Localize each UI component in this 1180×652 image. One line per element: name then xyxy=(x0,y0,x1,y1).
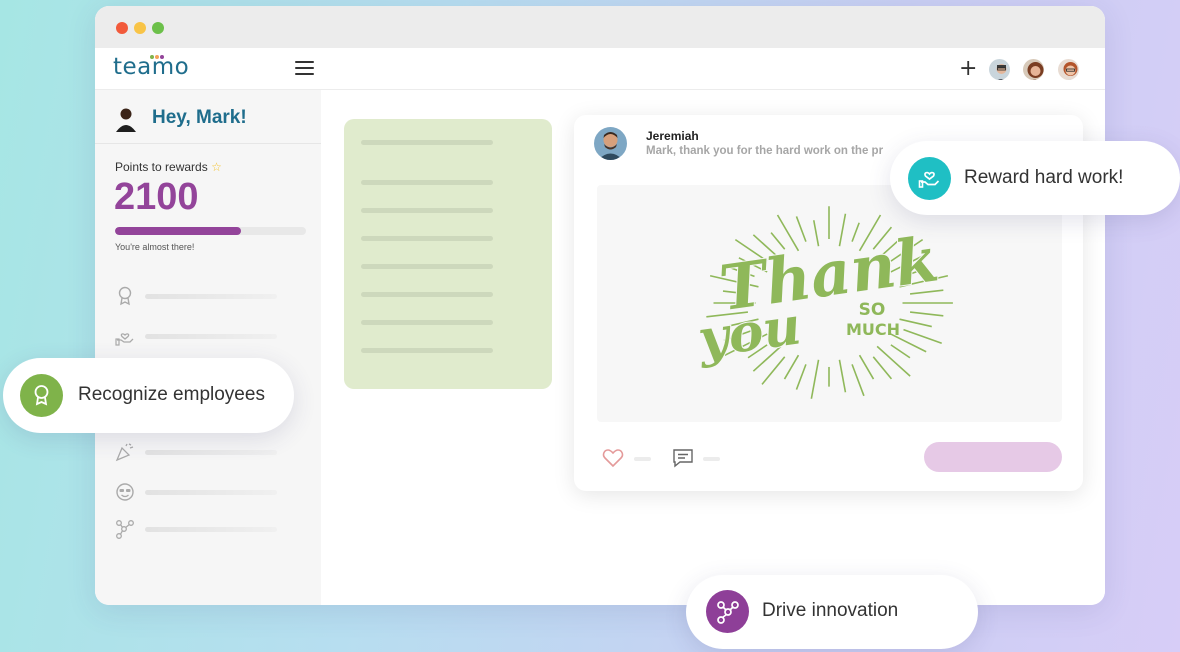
recognize-callout-text: Recognize employees xyxy=(78,384,265,405)
points-label: Points to rewards ☆ xyxy=(115,160,222,174)
placeholder-line xyxy=(361,236,493,241)
sidebar-item-recognition[interactable] xyxy=(115,286,285,308)
add-button[interactable]: + xyxy=(959,56,977,81)
network-nodes-icon xyxy=(717,601,739,624)
hand-heart-icon xyxy=(115,333,134,346)
post-author-avatar[interactable] xyxy=(594,127,627,160)
top-navigation-bar: teamo + xyxy=(95,48,1105,90)
post-author-name[interactable]: Jeremiah xyxy=(646,129,699,143)
post-message-preview: Mark, thank you for the hard work on the… xyxy=(646,145,884,157)
sidebar-item-placeholder xyxy=(145,490,277,495)
innovate-circle xyxy=(706,590,749,633)
sidebar-item-placeholder xyxy=(145,450,277,455)
minimize-window-button[interactable] xyxy=(134,22,146,34)
sidebar-item-placeholder xyxy=(145,294,277,299)
comment-icon[interactable] xyxy=(672,448,694,468)
thank-you-lettering: Thank you SO MUCH xyxy=(692,221,943,371)
placeholder-line xyxy=(361,180,493,185)
innovate-callout: Drive innovation xyxy=(686,575,978,649)
progress-caption: You're almost there! xyxy=(115,242,195,252)
sidebar-item-innovation[interactable] xyxy=(115,519,285,541)
post-action-button[interactable] xyxy=(924,442,1062,472)
hand-heart-icon xyxy=(918,171,940,188)
party-popper-icon xyxy=(115,443,134,462)
sidebar-item-placeholder xyxy=(145,527,277,532)
award-ribbon-icon xyxy=(34,385,49,406)
close-window-button[interactable] xyxy=(116,22,128,34)
avatar[interactable] xyxy=(987,57,1012,82)
recognize-circle xyxy=(20,374,63,417)
reward-circle xyxy=(908,157,951,200)
sidebar-item-culture[interactable] xyxy=(115,482,285,504)
placeholder-line xyxy=(361,208,493,213)
like-count-placeholder xyxy=(634,457,651,461)
star-icon: ☆ xyxy=(211,160,222,174)
innovate-callout-text: Drive innovation xyxy=(762,600,899,621)
placeholder-line xyxy=(361,140,493,145)
sidebar: Hey, Mark! Points to rewards ☆ 2100 You'… xyxy=(95,90,321,605)
user-avatar[interactable] xyxy=(115,106,137,132)
post-actions xyxy=(602,442,1062,476)
thank-you-image: Thank you SO MUCH xyxy=(597,185,1062,422)
points-value: 2100 xyxy=(114,176,199,218)
award-ribbon-icon xyxy=(118,286,132,306)
points-progress-fill xyxy=(115,227,242,235)
feed-filter-card xyxy=(344,119,552,389)
much-text: MUCH xyxy=(846,320,900,339)
menu-hamburger-icon[interactable] xyxy=(295,61,314,76)
points-label-text: Points to rewards xyxy=(115,160,208,174)
reward-callout-text: Reward hard work! xyxy=(964,167,1124,188)
sidebar-item-placeholder xyxy=(145,334,277,339)
avatar[interactable] xyxy=(1021,57,1046,82)
comment-count-placeholder xyxy=(703,457,720,461)
greeting-text: Hey, Mark! xyxy=(152,107,247,128)
network-nodes-icon xyxy=(116,520,134,539)
reward-callout: Reward hard work! xyxy=(890,141,1180,215)
so-text: SO xyxy=(859,300,886,320)
placeholder-line xyxy=(361,292,493,297)
sidebar-item-celebrations[interactable] xyxy=(115,442,285,464)
you-text: you xyxy=(693,295,804,370)
maximize-window-button[interactable] xyxy=(152,22,164,34)
divider xyxy=(95,143,321,144)
recognize-callout: Recognize employees xyxy=(3,358,294,433)
avatar[interactable] xyxy=(1056,57,1081,82)
smiley-sunglasses-icon xyxy=(116,483,134,501)
placeholder-line xyxy=(361,320,493,325)
logo-dots-icon xyxy=(150,55,164,61)
placeholder-line xyxy=(361,264,493,269)
points-progress-bar xyxy=(115,227,306,235)
app-window: teamo + Hey, Mark! Points to rewards ☆ 2… xyxy=(95,6,1105,605)
window-titlebar xyxy=(95,6,1105,48)
sidebar-item-rewards[interactable] xyxy=(115,326,285,348)
placeholder-line xyxy=(361,348,493,353)
like-heart-icon[interactable] xyxy=(602,448,624,468)
greeting-row: Hey, Mark! xyxy=(115,106,315,134)
